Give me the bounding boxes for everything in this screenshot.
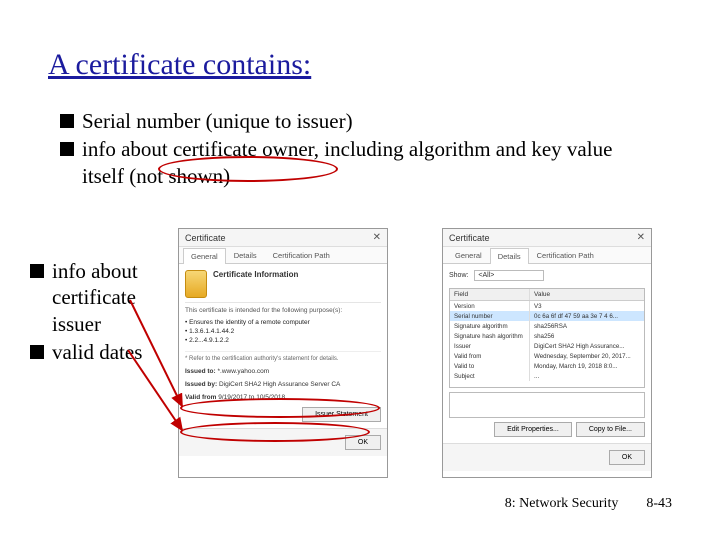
bullet-marker-icon [30,264,44,278]
table-row[interactable]: Signature algorithmsha256RSA [450,321,644,331]
dialog-button-row: OK [179,428,387,456]
tab-details[interactable]: Details [490,248,529,264]
tab-general[interactable]: General [183,248,226,264]
table-row[interactable]: Valid toMonday, March 19, 2018 8:0... [450,361,644,371]
issued-by-label: Issued by: [185,381,217,388]
edit-properties-button[interactable]: Edit Properties... [494,422,572,437]
tab-bar: General Details Certification Path [443,247,651,264]
close-icon[interactable]: ✕ [637,232,645,243]
issued-to-label: Issued to: [185,368,216,375]
bullet-item: info about certificate owner, including … [60,136,640,189]
bullet-text: info about certificate issuer [52,258,165,337]
table-row[interactable]: Valid fromWednesday, September 20, 2017.… [450,351,644,361]
certificate-details-window: Certificate ✕ General Details Certificat… [442,228,652,478]
table-row[interactable]: Subject... [450,371,644,381]
oid-line: • 2.2...4.9.1.2.2 [185,336,381,345]
purpose-intro: This certificate is intended for the fol… [185,307,381,314]
window-title: Certificate [185,233,226,243]
bullet-item: valid dates [30,339,165,365]
footer-page: 8-43 [646,496,672,512]
certificate-badge-icon [185,270,207,298]
tab-cert-path[interactable]: Certification Path [529,247,602,263]
slide-title: A certificate contains: [48,48,311,82]
window-title: Certificate [449,233,490,243]
tab-cert-path[interactable]: Certification Path [265,247,338,263]
close-icon[interactable]: ✕ [373,232,381,243]
left-bullet-list: info about certificate issuer valid date… [30,258,165,367]
cert-info-heading: Certificate Information [213,270,298,279]
issued-to-row: Issued to: *.www.yahoo.com [185,368,381,375]
certificate-general-window: Certificate ✕ General Details Certificat… [178,228,388,478]
header-value: Value [530,289,644,300]
ok-button[interactable]: OK [609,450,645,465]
issuer-statement-button[interactable]: Issuer Statement [302,407,381,422]
table-header: Field Value [450,289,644,301]
table-row[interactable]: Serial number0c 6a 6f df 47 59 aa 3e 7 4… [450,311,644,321]
show-select[interactable]: <All> [474,270,544,281]
ok-button[interactable]: OK [345,435,381,450]
table-row[interactable]: VersionV3 [450,301,644,311]
general-body: Certificate Information This certificate… [179,264,387,428]
title-bar: Certificate ✕ [443,229,651,247]
show-label: Show: <All> [449,270,645,285]
bullet-text: valid dates [52,339,142,365]
title-bar: Certificate ✕ [179,229,387,247]
footer-section: 8: Network Security [505,496,619,512]
bullet-text: info about certificate owner, including … [82,136,640,189]
tab-details[interactable]: Details [226,247,265,263]
bullet-marker-icon [60,142,74,156]
issued-by-row: Issued by: DigiCert SHA2 High Assurance … [185,381,381,388]
valid-row: Valid from 9/19/2017 to 10/5/2018 [185,394,381,401]
bullet-marker-icon [60,114,74,128]
valid-value: 9/19/2017 to 10/5/2018 [218,394,285,401]
bullet-marker-icon [30,345,44,359]
bullet-item: info about certificate issuer [30,258,165,337]
slide-footer: 8: Network Security 8-43 [505,496,672,512]
issued-to-value: *.www.yahoo.com [218,368,270,375]
details-value-pane [449,392,645,418]
tab-bar: General Details Certification Path [179,247,387,264]
bullet-item: Serial number (unique to issuer) [60,108,640,134]
authority-note: * Refer to the certification authority's… [185,351,381,362]
valid-label: Valid from [185,394,216,401]
bullet-text: Serial number (unique to issuer) [82,108,353,134]
oid-line: • Ensures the identity of a remote compu… [185,318,381,327]
issued-by-value: DigiCert SHA2 High Assurance Server CA [219,381,340,388]
header-field: Field [450,289,530,300]
tab-general[interactable]: General [447,247,490,263]
copy-to-file-button[interactable]: Copy to File... [576,422,645,437]
top-bullet-list: Serial number (unique to issuer) info ab… [60,108,640,191]
oid-line: • 1.3.6.1.4.1.44.2 [185,327,381,336]
purpose-oid-list: • Ensures the identity of a remote compu… [185,318,381,345]
details-table[interactable]: Field Value VersionV3 Serial number0c 6a… [449,288,645,388]
table-row[interactable]: IssuerDigiCert SHA2 High Assurance... [450,341,644,351]
details-body: Show: <All> Field Value VersionV3 Serial… [443,264,651,443]
table-row[interactable]: Signature hash algorithmsha256 [450,331,644,341]
dialog-button-row: OK [443,443,651,471]
